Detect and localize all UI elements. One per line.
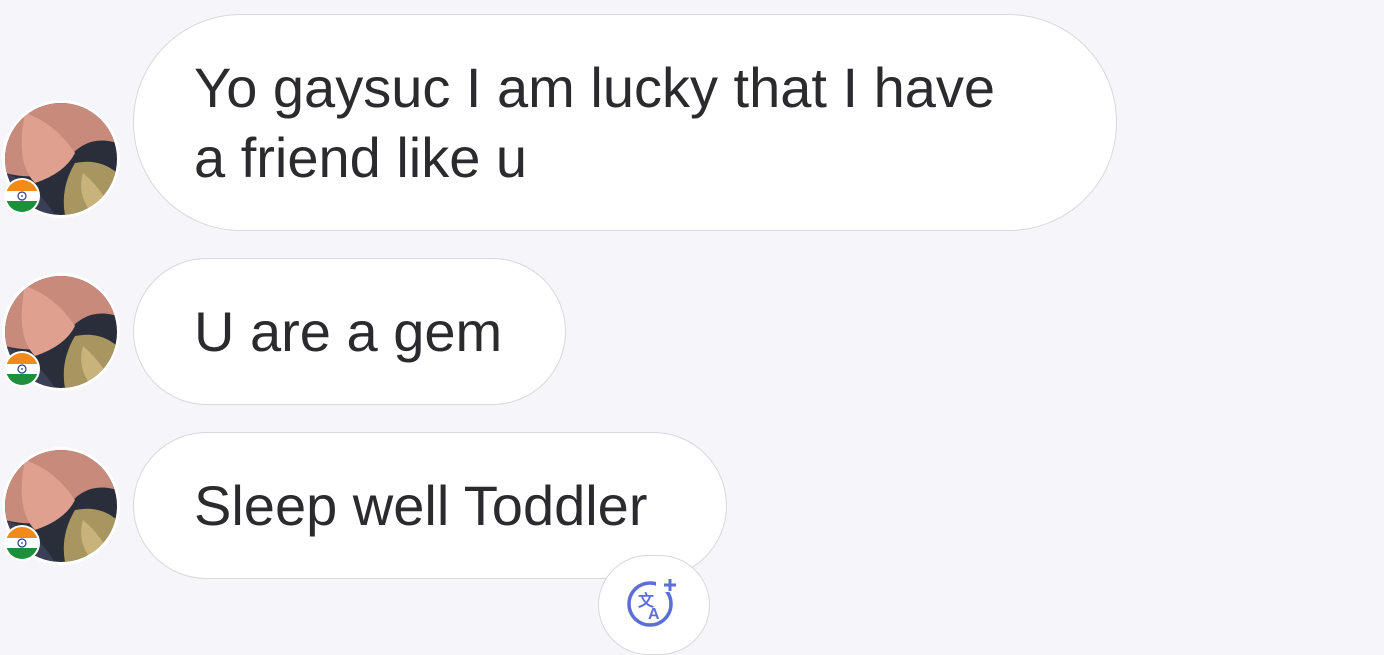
india-flag-icon — [4, 178, 40, 214]
translate-button[interactable]: 文 A — [598, 555, 710, 655]
message-bubble[interactable]: U are a gem — [133, 258, 566, 405]
india-flag-icon — [4, 351, 40, 387]
chat-thread: Yo gaysuc I am lucky that I have a frien… — [0, 0, 1384, 655]
message-bubble[interactable]: Yo gaysuc I am lucky that I have a frien… — [133, 14, 1117, 231]
message-text: Sleep well Toddler — [194, 473, 648, 537]
india-flag-icon — [4, 525, 40, 561]
message-text: U are a gem — [194, 299, 503, 363]
translate-icon: 文 A — [627, 578, 676, 627]
svg-text:A: A — [648, 606, 660, 623]
message-text: Yo gaysuc I am lucky that I have a frien… — [194, 55, 996, 189]
